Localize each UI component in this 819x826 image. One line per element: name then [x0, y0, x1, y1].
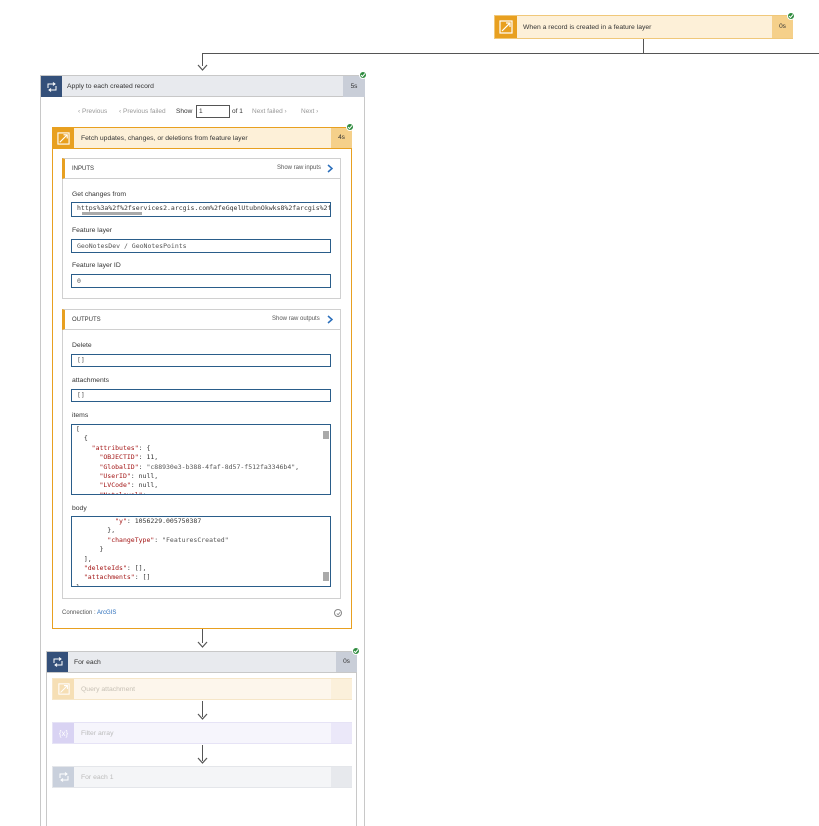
- arrow-down-icon: [197, 713, 208, 721]
- body-code[interactable]: "y": 1056229.005750387 }, "changeType": …: [71, 516, 331, 587]
- body-label: body: [72, 505, 87, 512]
- duration-placeholder: [331, 723, 352, 743]
- arrow-down-icon: [197, 757, 208, 765]
- chevron-right-icon[interactable]: [327, 164, 334, 175]
- fetch-title: Fetch updates, changes, or deletions fro…: [81, 135, 248, 142]
- query-attachment-action[interactable]: Query attachment: [52, 678, 352, 700]
- inputs-header: INPUTS Show raw inputs: [62, 158, 341, 179]
- pager: ‹ Previous ‹ Previous failed Show 1 of 1…: [78, 105, 328, 119]
- trigger-card[interactable]: When a record is created in a feature la…: [494, 15, 793, 39]
- connector-line: [202, 53, 819, 54]
- get-changes-label: Get changes from: [72, 191, 127, 198]
- feature-layer-field[interactable]: GeoNotesDev / GeoNotesPoints: [71, 239, 331, 253]
- filter-icon: {x}: [53, 723, 74, 743]
- delete-label: Delete: [72, 342, 92, 349]
- connection-info: Connection : ArcGIS: [62, 610, 116, 616]
- h-scrollbar[interactable]: [82, 212, 142, 215]
- filter-array-title: Filter array: [81, 730, 114, 737]
- next-failed-button[interactable]: Next failed ›: [252, 108, 287, 115]
- inputs-header-label: INPUTS: [72, 166, 95, 172]
- next-button[interactable]: Next ›: [301, 108, 318, 115]
- next-label: Next: [301, 108, 315, 115]
- arrow-down-icon: [197, 64, 208, 72]
- foreach-duration: 0s: [336, 652, 357, 672]
- trigger-title: When a record is created in a feature la…: [523, 24, 652, 31]
- connector-line: [643, 38, 644, 53]
- chevron-right-icon[interactable]: [327, 315, 334, 326]
- foreach-1-title: For each 1: [81, 774, 114, 781]
- loop-icon: [41, 76, 62, 97]
- page-of-label: of 1: [232, 108, 243, 115]
- previous-failed-label: Previous failed: [122, 108, 166, 115]
- foreach-title: For each: [74, 659, 101, 666]
- feature-layer-id-field[interactable]: 0: [71, 274, 331, 288]
- previous-label: Previous: [81, 108, 108, 115]
- connection-status-icon: [334, 609, 342, 617]
- show-raw-outputs-link[interactable]: Show raw outputs: [272, 316, 320, 322]
- outputs-header: OUTPUTS Show raw outputs: [62, 309, 341, 330]
- v-scrollbar[interactable]: [323, 431, 329, 439]
- v-scrollbar[interactable]: [323, 572, 329, 581]
- attachments-field[interactable]: []: [71, 389, 331, 402]
- show-label: Show: [176, 108, 193, 115]
- fetch-header[interactable]: Fetch updates, changes, or deletions fro…: [52, 127, 352, 149]
- connection-link[interactable]: ArcGIS: [97, 610, 116, 616]
- apply-title: Apply to each created record: [67, 83, 154, 90]
- success-check-icon: [359, 71, 367, 79]
- success-check-icon: [787, 12, 795, 20]
- foreach-1-action[interactable]: For each 1: [52, 766, 352, 788]
- arcgis-icon: [53, 679, 74, 699]
- connection-label: Connection :: [62, 610, 96, 616]
- attachments-label: attachments: [72, 377, 110, 384]
- feature-layer-id-label: Feature layer ID: [72, 262, 121, 269]
- delete-field[interactable]: []: [71, 354, 331, 367]
- previous-failed-button[interactable]: ‹ Previous failed: [119, 108, 166, 115]
- feature-layer-label: Feature layer: [72, 227, 113, 234]
- loop-icon: [47, 652, 68, 672]
- filter-array-action[interactable]: {x} Filter array: [52, 722, 352, 744]
- items-label: items: [72, 412, 89, 419]
- arcgis-icon: [495, 16, 517, 38]
- previous-button[interactable]: ‹ Previous: [78, 108, 107, 115]
- success-check-icon: [346, 123, 354, 131]
- outputs-header-label: OUTPUTS: [72, 317, 101, 323]
- loop-icon: [53, 767, 74, 787]
- arrow-down-icon: [197, 641, 208, 649]
- show-raw-inputs-link[interactable]: Show raw inputs: [277, 165, 321, 171]
- duration-placeholder: [331, 767, 352, 787]
- arcgis-icon: [53, 128, 74, 148]
- apply-to-each-header[interactable]: Apply to each created record 5s: [40, 75, 365, 97]
- apply-duration: 5s: [343, 76, 365, 97]
- duration-placeholder: [331, 679, 352, 699]
- success-check-icon: [352, 647, 360, 655]
- next-failed-label: Next failed: [252, 108, 283, 115]
- fetch-duration: 4s: [331, 128, 352, 148]
- page-input[interactable]: 1: [196, 105, 230, 118]
- query-attachment-title: Query attachment: [81, 686, 136, 693]
- foreach-header[interactable]: For each 0s: [46, 651, 357, 673]
- items-code[interactable]: [ { "attributes": { "OBJECTID": 11, "Glo…: [71, 424, 331, 495]
